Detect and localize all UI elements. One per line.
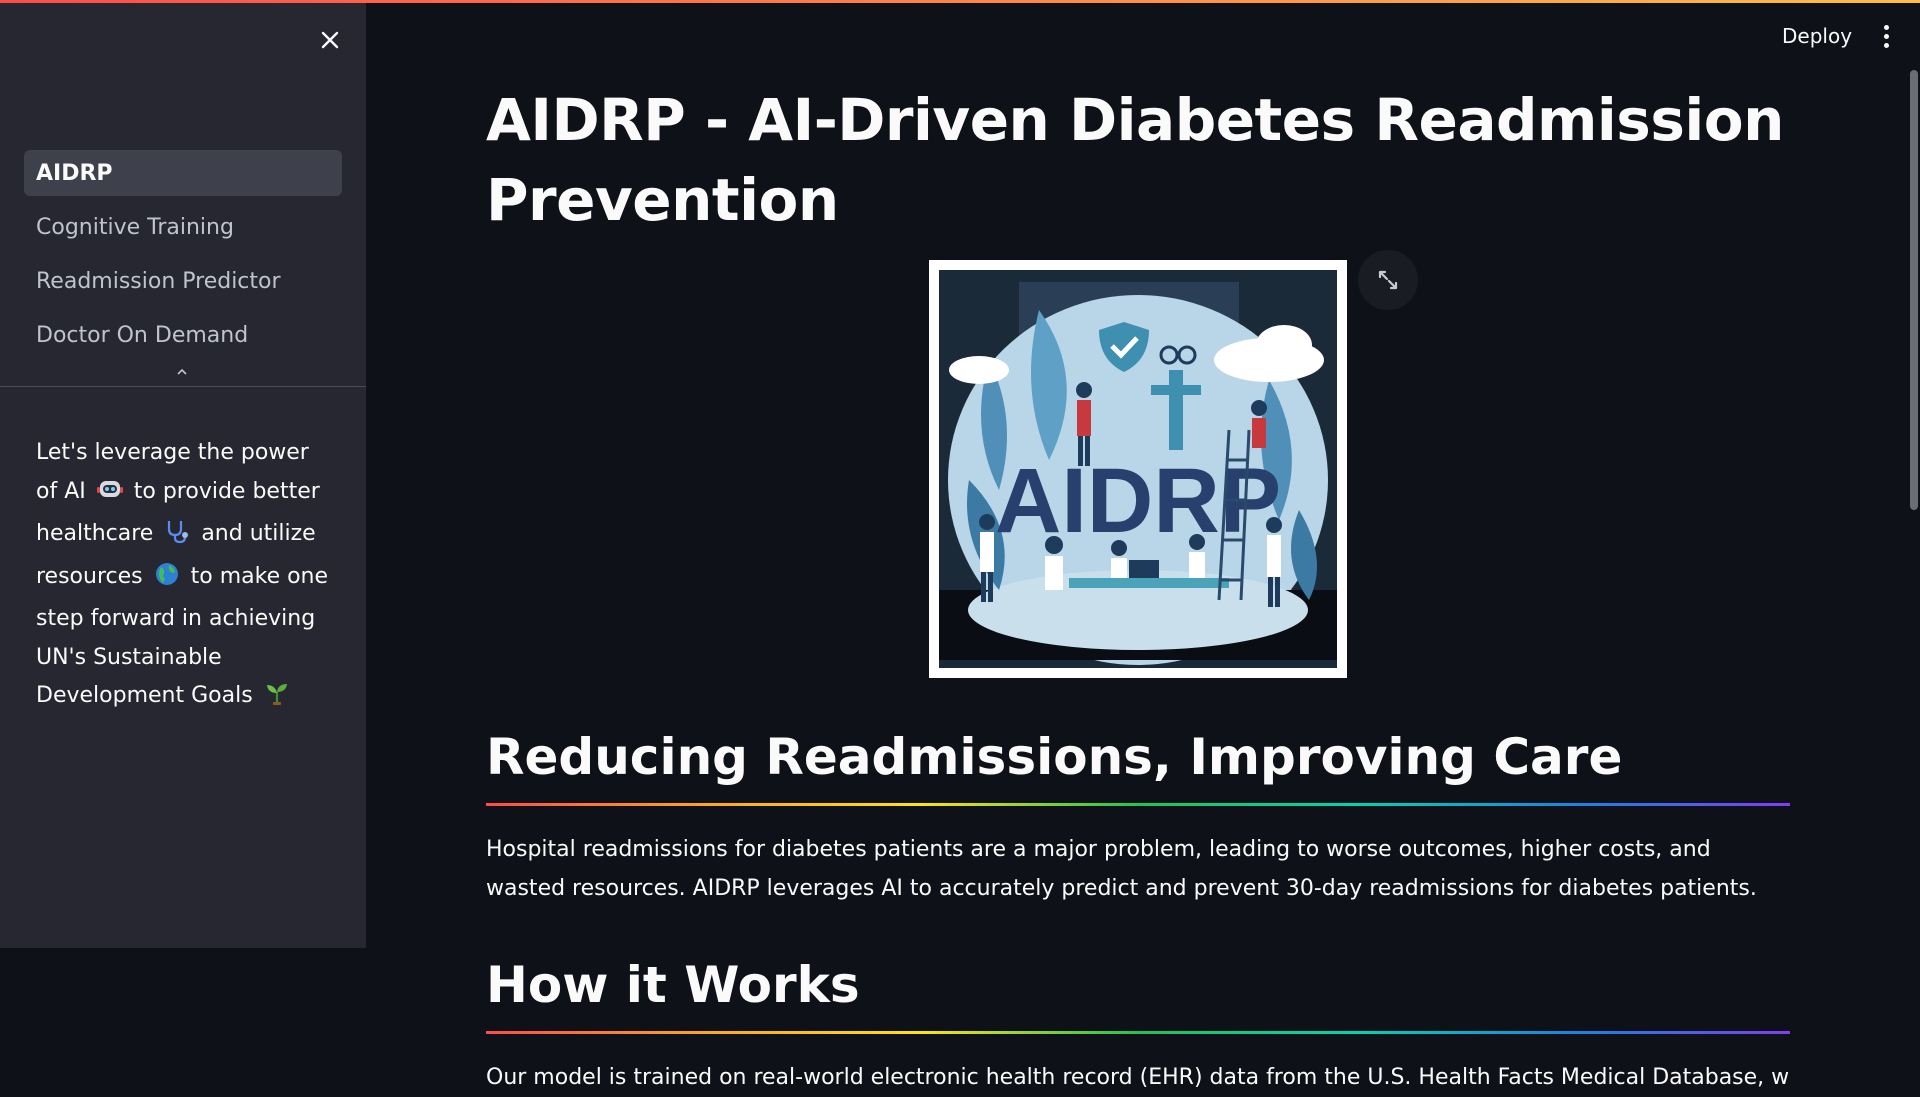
- fullscreen-image-button[interactable]: [1358, 250, 1418, 310]
- section-divider: [486, 803, 1790, 806]
- sidebar-item-doctor-on-demand[interactable]: Doctor On Demand: [24, 312, 342, 358]
- close-icon: [321, 31, 339, 49]
- main-content: AIDRP - AI-Driven Diabetes Readmission P…: [486, 80, 1790, 240]
- hero-image: AIDRP: [929, 260, 1347, 678]
- deploy-button[interactable]: Deploy: [1770, 18, 1864, 54]
- top-accent-bar: [0, 0, 1920, 3]
- globe-emoji-icon: [154, 561, 180, 601]
- seedling-emoji-icon: [264, 680, 290, 720]
- expand-icon: [1378, 270, 1398, 290]
- page-title: AIDRP - AI-Driven Diabetes Readmission P…: [486, 86, 1784, 234]
- section-heading-how-it-works: How it Works: [486, 956, 860, 1014]
- sidebar-description: Let's leverage the power of AI to provid…: [36, 434, 336, 720]
- kebab-menu-icon: [1883, 24, 1889, 30]
- section-body-reducing-readmissions: Hospital readmissions for diabetes patie…: [486, 837, 1757, 901]
- kebab-dot: [1883, 33, 1889, 39]
- sidebar-nav: AIDRP Cognitive Training Readmission Pre…: [24, 150, 342, 366]
- sidebar-item-readmission-predictor[interactable]: Readmission Predictor: [24, 258, 342, 304]
- sidebar-item-aidrp[interactable]: AIDRP: [24, 150, 342, 196]
- section-heading-reducing-readmissions: Reducing Readmissions, Improving Care: [486, 728, 1623, 786]
- robot-emoji-icon: [96, 476, 123, 516]
- section-divider: [486, 1031, 1790, 1034]
- main-menu-button[interactable]: [1872, 18, 1900, 54]
- section-body-how-it-works: Our model is trained on real-world elect…: [486, 1065, 1790, 1090]
- collapse-nav-button[interactable]: [174, 366, 190, 378]
- sidebar-item-cognitive-training[interactable]: Cognitive Training: [24, 204, 342, 250]
- page-scrollbar[interactable]: [1910, 70, 1918, 510]
- stethoscope-emoji-icon: [164, 518, 190, 558]
- chevron-up-icon: [177, 368, 187, 375]
- kebab-dot: [1883, 42, 1889, 48]
- close-sidebar-button[interactable]: [314, 24, 346, 56]
- sidebar-divider: [0, 386, 366, 387]
- sidebar: AIDRP Cognitive Training Readmission Pre…: [0, 0, 366, 948]
- hero-illustration: AIDRP: [939, 270, 1337, 668]
